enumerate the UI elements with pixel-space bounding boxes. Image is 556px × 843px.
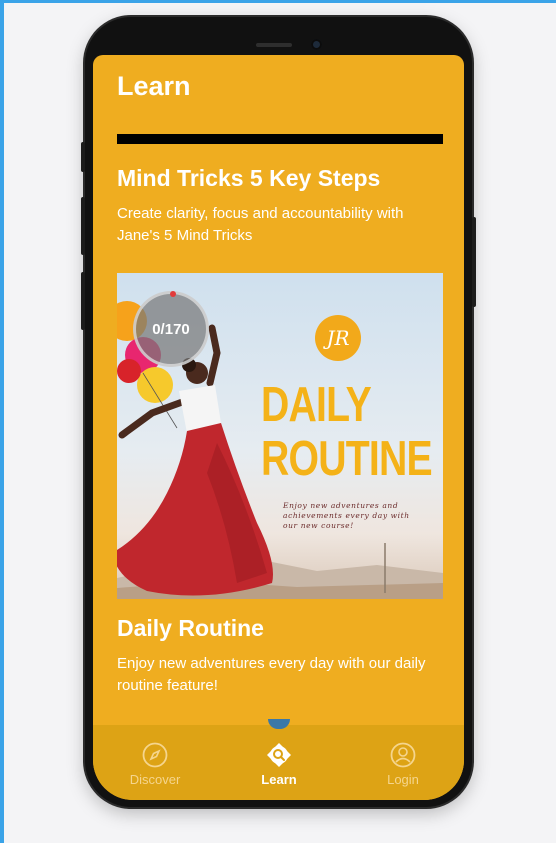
header-divider (117, 134, 443, 144)
tab-login[interactable]: Login (341, 725, 464, 800)
poster-subtitle: Enjoy new adventures and achievements ev… (283, 501, 410, 530)
tab-login-label: Login (387, 772, 419, 787)
feature-description: Enjoy new adventures every day with our … (117, 655, 426, 694)
course-description: Create clarity, focus and accountability… (117, 205, 404, 244)
learn-icon (267, 743, 291, 767)
user-icon (390, 742, 416, 768)
window-edge-top (0, 0, 556, 3)
power-button (472, 217, 476, 307)
course-title[interactable]: Mind Tricks 5 Key Steps (117, 165, 380, 192)
progress-marker (170, 291, 176, 297)
poster-title-line2: ROUTINE (261, 432, 433, 486)
page-title: Learn (117, 71, 191, 101)
bottom-nav-bar: Discover Learn Login (93, 719, 464, 800)
compass-icon (142, 742, 168, 768)
progress-ring: 0/170 (133, 291, 209, 367)
jr-logo: JR (315, 315, 361, 361)
mute-switch (81, 142, 85, 172)
tab-discover-label: Discover (129, 772, 181, 787)
course-hero-image[interactable]: 0/170 JR DAILY ROUTINE Enjoy new adventu… (117, 273, 443, 599)
tab-learn[interactable]: Learn (217, 725, 341, 800)
front-camera (311, 39, 322, 50)
app-screen: Learn Mind Tricks 5 Key Steps Create cla… (93, 55, 464, 800)
tab-learn-label: Learn (261, 772, 297, 787)
speaker-grille (256, 43, 292, 47)
progress-count: 0/170 (152, 320, 190, 338)
poster-title-line1: DAILY (261, 378, 372, 432)
feature-title[interactable]: Daily Routine (117, 615, 264, 642)
window-edge-left (0, 0, 4, 843)
volume-down-button (81, 272, 85, 330)
phone-frame: Learn Mind Tricks 5 Key Steps Create cla… (81, 17, 476, 807)
tab-discover[interactable]: Discover (93, 725, 217, 800)
volume-up-button (81, 197, 85, 255)
